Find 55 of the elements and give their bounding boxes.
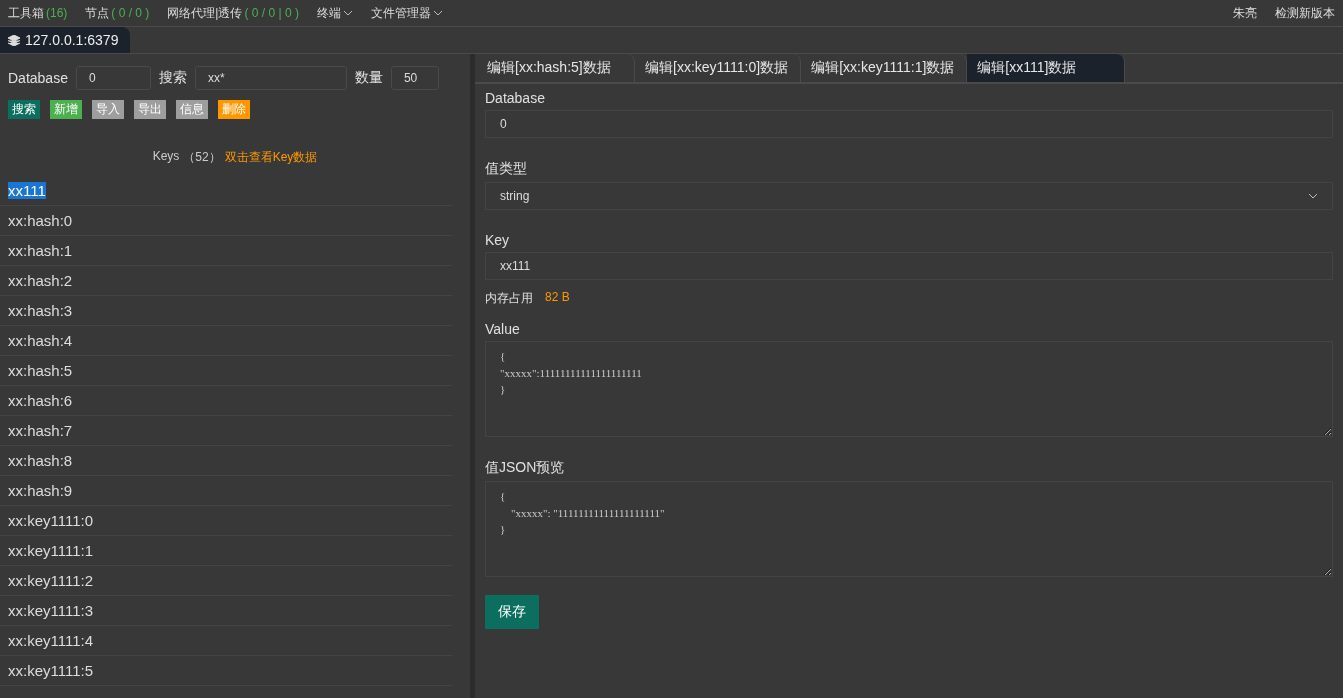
field-label: 值JSON预览 <box>485 459 566 477</box>
key-item[interactable]: xx:hash:5 <box>8 362 73 379</box>
database-field[interactable]: 0 <box>75 66 151 90</box>
keys-count: （52） <box>183 149 221 166</box>
connection-tab[interactable]: 127.0.0.1:6379 <box>0 27 131 53</box>
layers-icon <box>8 34 20 46</box>
chevron-icon <box>1308 193 1318 199</box>
key-item[interactable]: xx:hash:7 <box>8 422 73 439</box>
key-item[interactable]: xx:hash:8 <box>8 452 73 469</box>
key-item[interactable]: xx:hash:1 <box>8 242 73 259</box>
menu-item[interactable]: 检测新版本 <box>1275 4 1335 22</box>
database-field[interactable]: 0 <box>485 110 1333 138</box>
menu-item[interactable]: 朱亮 <box>1233 4 1257 22</box>
key-item[interactable]: xx:key1111:2 <box>8 572 94 589</box>
editor-tab[interactable]: 编辑[xx:hash:5]数据 <box>477 54 635 82</box>
key-item[interactable]: xx:hash:2 <box>8 272 73 289</box>
key-item[interactable]: xx:hash:0 <box>8 212 73 229</box>
menu-item[interactable]: 网络代理|透传 ( 0 / 0 | 0 ) <box>167 4 299 22</box>
memory-label: 内存占用 <box>485 290 533 307</box>
field-label: Key <box>485 232 511 248</box>
key-item[interactable]: xx:key1111:5 <box>8 662 94 679</box>
menu-item[interactable]: 节点 ( 0 / 0 ) <box>85 4 150 22</box>
field-label: 值类型 <box>485 160 528 178</box>
save-button[interactable]: 保存 <box>485 595 539 629</box>
field-label: 搜索 <box>158 69 187 87</box>
key-item[interactable]: xx:hash:4 <box>8 332 73 349</box>
caret-icon <box>432 10 443 16</box>
key-item[interactable]: xx:key1111:0 <box>8 512 94 529</box>
key-item[interactable]: xx:hash:6 <box>8 392 73 409</box>
caret-icon <box>342 10 353 16</box>
keys-hint: 双击查看Key数据 <box>224 149 318 166</box>
key-item[interactable]: xx:hash:3 <box>8 302 73 319</box>
key-item[interactable]: xx:hash:9 <box>8 482 73 499</box>
keys-label: Keys <box>152 149 180 165</box>
menu-item[interactable]: 终端 <box>316 4 353 22</box>
key-field[interactable]: xx111 <box>485 252 1333 280</box>
field-label: Database <box>485 90 546 106</box>
editor-tab[interactable]: 编辑[xx:key1111:0]数据 <box>635 54 802 82</box>
json-preview-field[interactable]: { "xxxxx": "11111111111111111111" } <box>485 481 1333 577</box>
key-item[interactable]: xx:key1111:1 <box>8 542 94 559</box>
count-field[interactable]: 50 <box>390 66 439 90</box>
editor-tab[interactable]: 编辑[xx111]数据 <box>967 54 1126 82</box>
key-item[interactable]: xx:key1111:3 <box>8 602 94 619</box>
key-item[interactable]: xx111 <box>8 182 46 199</box>
key-item[interactable]: xx:key1111:4 <box>8 632 94 649</box>
menu-item[interactable]: 文件管理器 <box>370 4 443 22</box>
menu-item[interactable]: 工具箱 (16) <box>8 4 68 22</box>
type-dropdown[interactable]: string <box>485 182 1333 210</box>
memory-value: 82 B <box>545 290 570 306</box>
value-field[interactable]: { "xxxxx":11111111111111111111 } <box>485 341 1333 437</box>
search-field[interactable]: xx* <box>194 66 347 90</box>
action-button[interactable]: 搜索 <box>8 100 40 119</box>
field-label: Value <box>485 321 521 337</box>
field-label: 数量 <box>354 69 383 87</box>
field-label: Database <box>8 70 68 86</box>
